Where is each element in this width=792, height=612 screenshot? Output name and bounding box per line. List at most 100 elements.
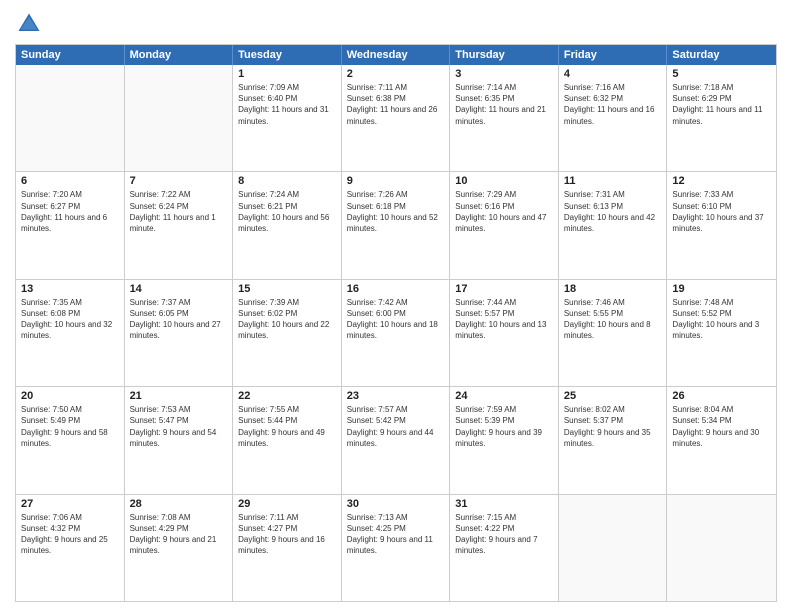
day-number: 2: [347, 68, 445, 80]
day-info: Sunrise: 7:20 AM Sunset: 6:27 PM Dayligh…: [21, 189, 119, 234]
calendar: SundayMondayTuesdayWednesdayThursdayFrid…: [15, 44, 777, 602]
day-info: Sunrise: 7:50 AM Sunset: 5:49 PM Dayligh…: [21, 404, 119, 449]
day-info: Sunrise: 7:31 AM Sunset: 6:13 PM Dayligh…: [564, 189, 662, 234]
weekday-header: Tuesday: [233, 45, 342, 65]
calendar-cell: 25Sunrise: 8:02 AM Sunset: 5:37 PM Dayli…: [559, 387, 668, 493]
calendar-cell: 23Sunrise: 7:57 AM Sunset: 5:42 PM Dayli…: [342, 387, 451, 493]
page: SundayMondayTuesdayWednesdayThursdayFrid…: [0, 0, 792, 612]
day-info: Sunrise: 7:42 AM Sunset: 6:00 PM Dayligh…: [347, 297, 445, 342]
weekday-header: Wednesday: [342, 45, 451, 65]
calendar-cell: 18Sunrise: 7:46 AM Sunset: 5:55 PM Dayli…: [559, 280, 668, 386]
day-number: 9: [347, 175, 445, 187]
calendar-cell: 10 Sunrise: 7:29 AM Sunset: 6:16 PM Dayli…: [450, 172, 559, 278]
day-info: Sunrise: 7:13 AM Sunset: 4:25 PM Dayligh…: [347, 512, 445, 557]
day-info: Sunrise: 7:14 AM Sunset: 6:35 PM Dayligh…: [455, 82, 553, 127]
day-info: Sunrise: 7:37 AM Sunset: 6:05 PM Dayligh…: [130, 297, 228, 342]
day-number: 25: [564, 390, 662, 402]
day-info: Sunrise: 7:18 AM Sunset: 6:29 PM Dayligh…: [672, 82, 771, 127]
day-info: Sunrise: 7:06 AM Sunset: 4:32 PM Dayligh…: [21, 512, 119, 557]
calendar-cell: 17Sunrise: 7:44 AM Sunset: 5:57 PM Dayli…: [450, 280, 559, 386]
weekday-header: Thursday: [450, 45, 559, 65]
calendar-week: 13 Sunrise: 7:35 AM Sunset: 6:08 PM Dayli…: [16, 280, 776, 387]
calendar-cell: 4Sunrise: 7:16 AM Sunset: 6:32 PM Daylig…: [559, 65, 668, 171]
calendar-body: 1 Sunrise: 7:09 AM Sunset: 6:40 PM Daylig…: [16, 65, 776, 601]
day-info: Sunrise: 7:46 AM Sunset: 5:55 PM Dayligh…: [564, 297, 662, 342]
calendar-cell: [559, 495, 668, 601]
day-info: Sunrise: 7:08 AM Sunset: 4:29 PM Dayligh…: [130, 512, 228, 557]
day-info: Sunrise: 7:15 AM Sunset: 4:22 PM Dayligh…: [455, 512, 553, 557]
calendar-cell: 20 Sunrise: 7:50 AM Sunset: 5:49 PM Dayli…: [16, 387, 125, 493]
calendar-cell: 28 Sunrise: 7:08 AM Sunset: 4:29 PM Dayli…: [125, 495, 234, 601]
weekday-header: Friday: [559, 45, 668, 65]
calendar-cell: 12 Sunrise: 7:33 AM Sunset: 6:10 PM Dayli…: [667, 172, 776, 278]
calendar-week: 6Sunrise: 7:20 AM Sunset: 6:27 PM Daylig…: [16, 172, 776, 279]
calendar-cell: 15Sunrise: 7:39 AM Sunset: 6:02 PM Dayli…: [233, 280, 342, 386]
day-number: 1: [238, 68, 336, 80]
calendar-cell: 22 Sunrise: 7:55 AM Sunset: 5:44 PM Dayli…: [233, 387, 342, 493]
calendar-cell: 6Sunrise: 7:20 AM Sunset: 6:27 PM Daylig…: [16, 172, 125, 278]
day-info: Sunrise: 7:33 AM Sunset: 6:10 PM Dayligh…: [672, 189, 771, 234]
day-info: Sunrise: 7:26 AM Sunset: 6:18 PM Dayligh…: [347, 189, 445, 234]
day-info: Sunrise: 7:09 AM Sunset: 6:40 PM Dayligh…: [238, 82, 336, 127]
calendar-cell: 1 Sunrise: 7:09 AM Sunset: 6:40 PM Daylig…: [233, 65, 342, 171]
day-info: Sunrise: 7:24 AM Sunset: 6:21 PM Dayligh…: [238, 189, 336, 234]
calendar-cell: 3 Sunrise: 7:14 AM Sunset: 6:35 PM Daylig…: [450, 65, 559, 171]
calendar-cell: 27 Sunrise: 7:06 AM Sunset: 4:32 PM Dayli…: [16, 495, 125, 601]
calendar-cell: 7 Sunrise: 7:22 AM Sunset: 6:24 PM Daylig…: [125, 172, 234, 278]
day-number: 8: [238, 175, 336, 187]
weekday-header: Saturday: [667, 45, 776, 65]
day-info: Sunrise: 7:48 AM Sunset: 5:52 PM Dayligh…: [672, 297, 771, 342]
calendar-cell: 19 Sunrise: 7:48 AM Sunset: 5:52 PM Dayli…: [667, 280, 776, 386]
logo-icon: [15, 10, 43, 38]
calendar-cell: 11 Sunrise: 7:31 AM Sunset: 6:13 PM Dayli…: [559, 172, 668, 278]
day-info: Sunrise: 7:53 AM Sunset: 5:47 PM Dayligh…: [130, 404, 228, 449]
day-number: 29: [238, 498, 336, 510]
calendar-week: 20 Sunrise: 7:50 AM Sunset: 5:49 PM Dayli…: [16, 387, 776, 494]
day-number: 20: [21, 390, 119, 402]
day-info: Sunrise: 8:04 AM Sunset: 5:34 PM Dayligh…: [672, 404, 771, 449]
logo: [15, 10, 47, 38]
day-number: 12: [672, 175, 771, 187]
day-number: 13: [21, 283, 119, 295]
day-number: 23: [347, 390, 445, 402]
weekday-header: Monday: [125, 45, 234, 65]
day-info: Sunrise: 7:29 AM Sunset: 6:16 PM Dayligh…: [455, 189, 553, 234]
day-number: 4: [564, 68, 662, 80]
day-number: 22: [238, 390, 336, 402]
day-number: 3: [455, 68, 553, 80]
calendar-cell: 26 Sunrise: 8:04 AM Sunset: 5:34 PM Dayli…: [667, 387, 776, 493]
day-info: Sunrise: 7:11 AM Sunset: 4:27 PM Dayligh…: [238, 512, 336, 557]
calendar-cell: [667, 495, 776, 601]
day-number: 31: [455, 498, 553, 510]
day-info: Sunrise: 7:35 AM Sunset: 6:08 PM Dayligh…: [21, 297, 119, 342]
day-number: 21: [130, 390, 228, 402]
day-number: 16: [347, 283, 445, 295]
day-number: 28: [130, 498, 228, 510]
day-number: 10: [455, 175, 553, 187]
calendar-cell: [125, 65, 234, 171]
day-info: Sunrise: 7:55 AM Sunset: 5:44 PM Dayligh…: [238, 404, 336, 449]
day-info: Sunrise: 7:22 AM Sunset: 6:24 PM Dayligh…: [130, 189, 228, 234]
day-number: 24: [455, 390, 553, 402]
calendar-cell: 30Sunrise: 7:13 AM Sunset: 4:25 PM Dayli…: [342, 495, 451, 601]
day-info: Sunrise: 7:44 AM Sunset: 5:57 PM Dayligh…: [455, 297, 553, 342]
day-number: 27: [21, 498, 119, 510]
day-number: 26: [672, 390, 771, 402]
day-info: Sunrise: 7:59 AM Sunset: 5:39 PM Dayligh…: [455, 404, 553, 449]
calendar-cell: 14Sunrise: 7:37 AM Sunset: 6:05 PM Dayli…: [125, 280, 234, 386]
calendar-cell: 2 Sunrise: 7:11 AM Sunset: 6:38 PM Daylig…: [342, 65, 451, 171]
day-number: 5: [672, 68, 771, 80]
calendar-cell: 5 Sunrise: 7:18 AM Sunset: 6:29 PM Daylig…: [667, 65, 776, 171]
day-number: 19: [672, 283, 771, 295]
calendar-header: SundayMondayTuesdayWednesdayThursdayFrid…: [16, 45, 776, 65]
calendar-week: 1 Sunrise: 7:09 AM Sunset: 6:40 PM Daylig…: [16, 65, 776, 172]
calendar-week: 27 Sunrise: 7:06 AM Sunset: 4:32 PM Dayli…: [16, 495, 776, 601]
day-number: 7: [130, 175, 228, 187]
day-info: Sunrise: 7:11 AM Sunset: 6:38 PM Dayligh…: [347, 82, 445, 127]
day-number: 11: [564, 175, 662, 187]
calendar-cell: 13 Sunrise: 7:35 AM Sunset: 6:08 PM Dayli…: [16, 280, 125, 386]
calendar-cell: 29 Sunrise: 7:11 AM Sunset: 4:27 PM Dayli…: [233, 495, 342, 601]
calendar-cell: 8 Sunrise: 7:24 AM Sunset: 6:21 PM Daylig…: [233, 172, 342, 278]
weekday-header: Sunday: [16, 45, 125, 65]
header: [15, 10, 777, 38]
